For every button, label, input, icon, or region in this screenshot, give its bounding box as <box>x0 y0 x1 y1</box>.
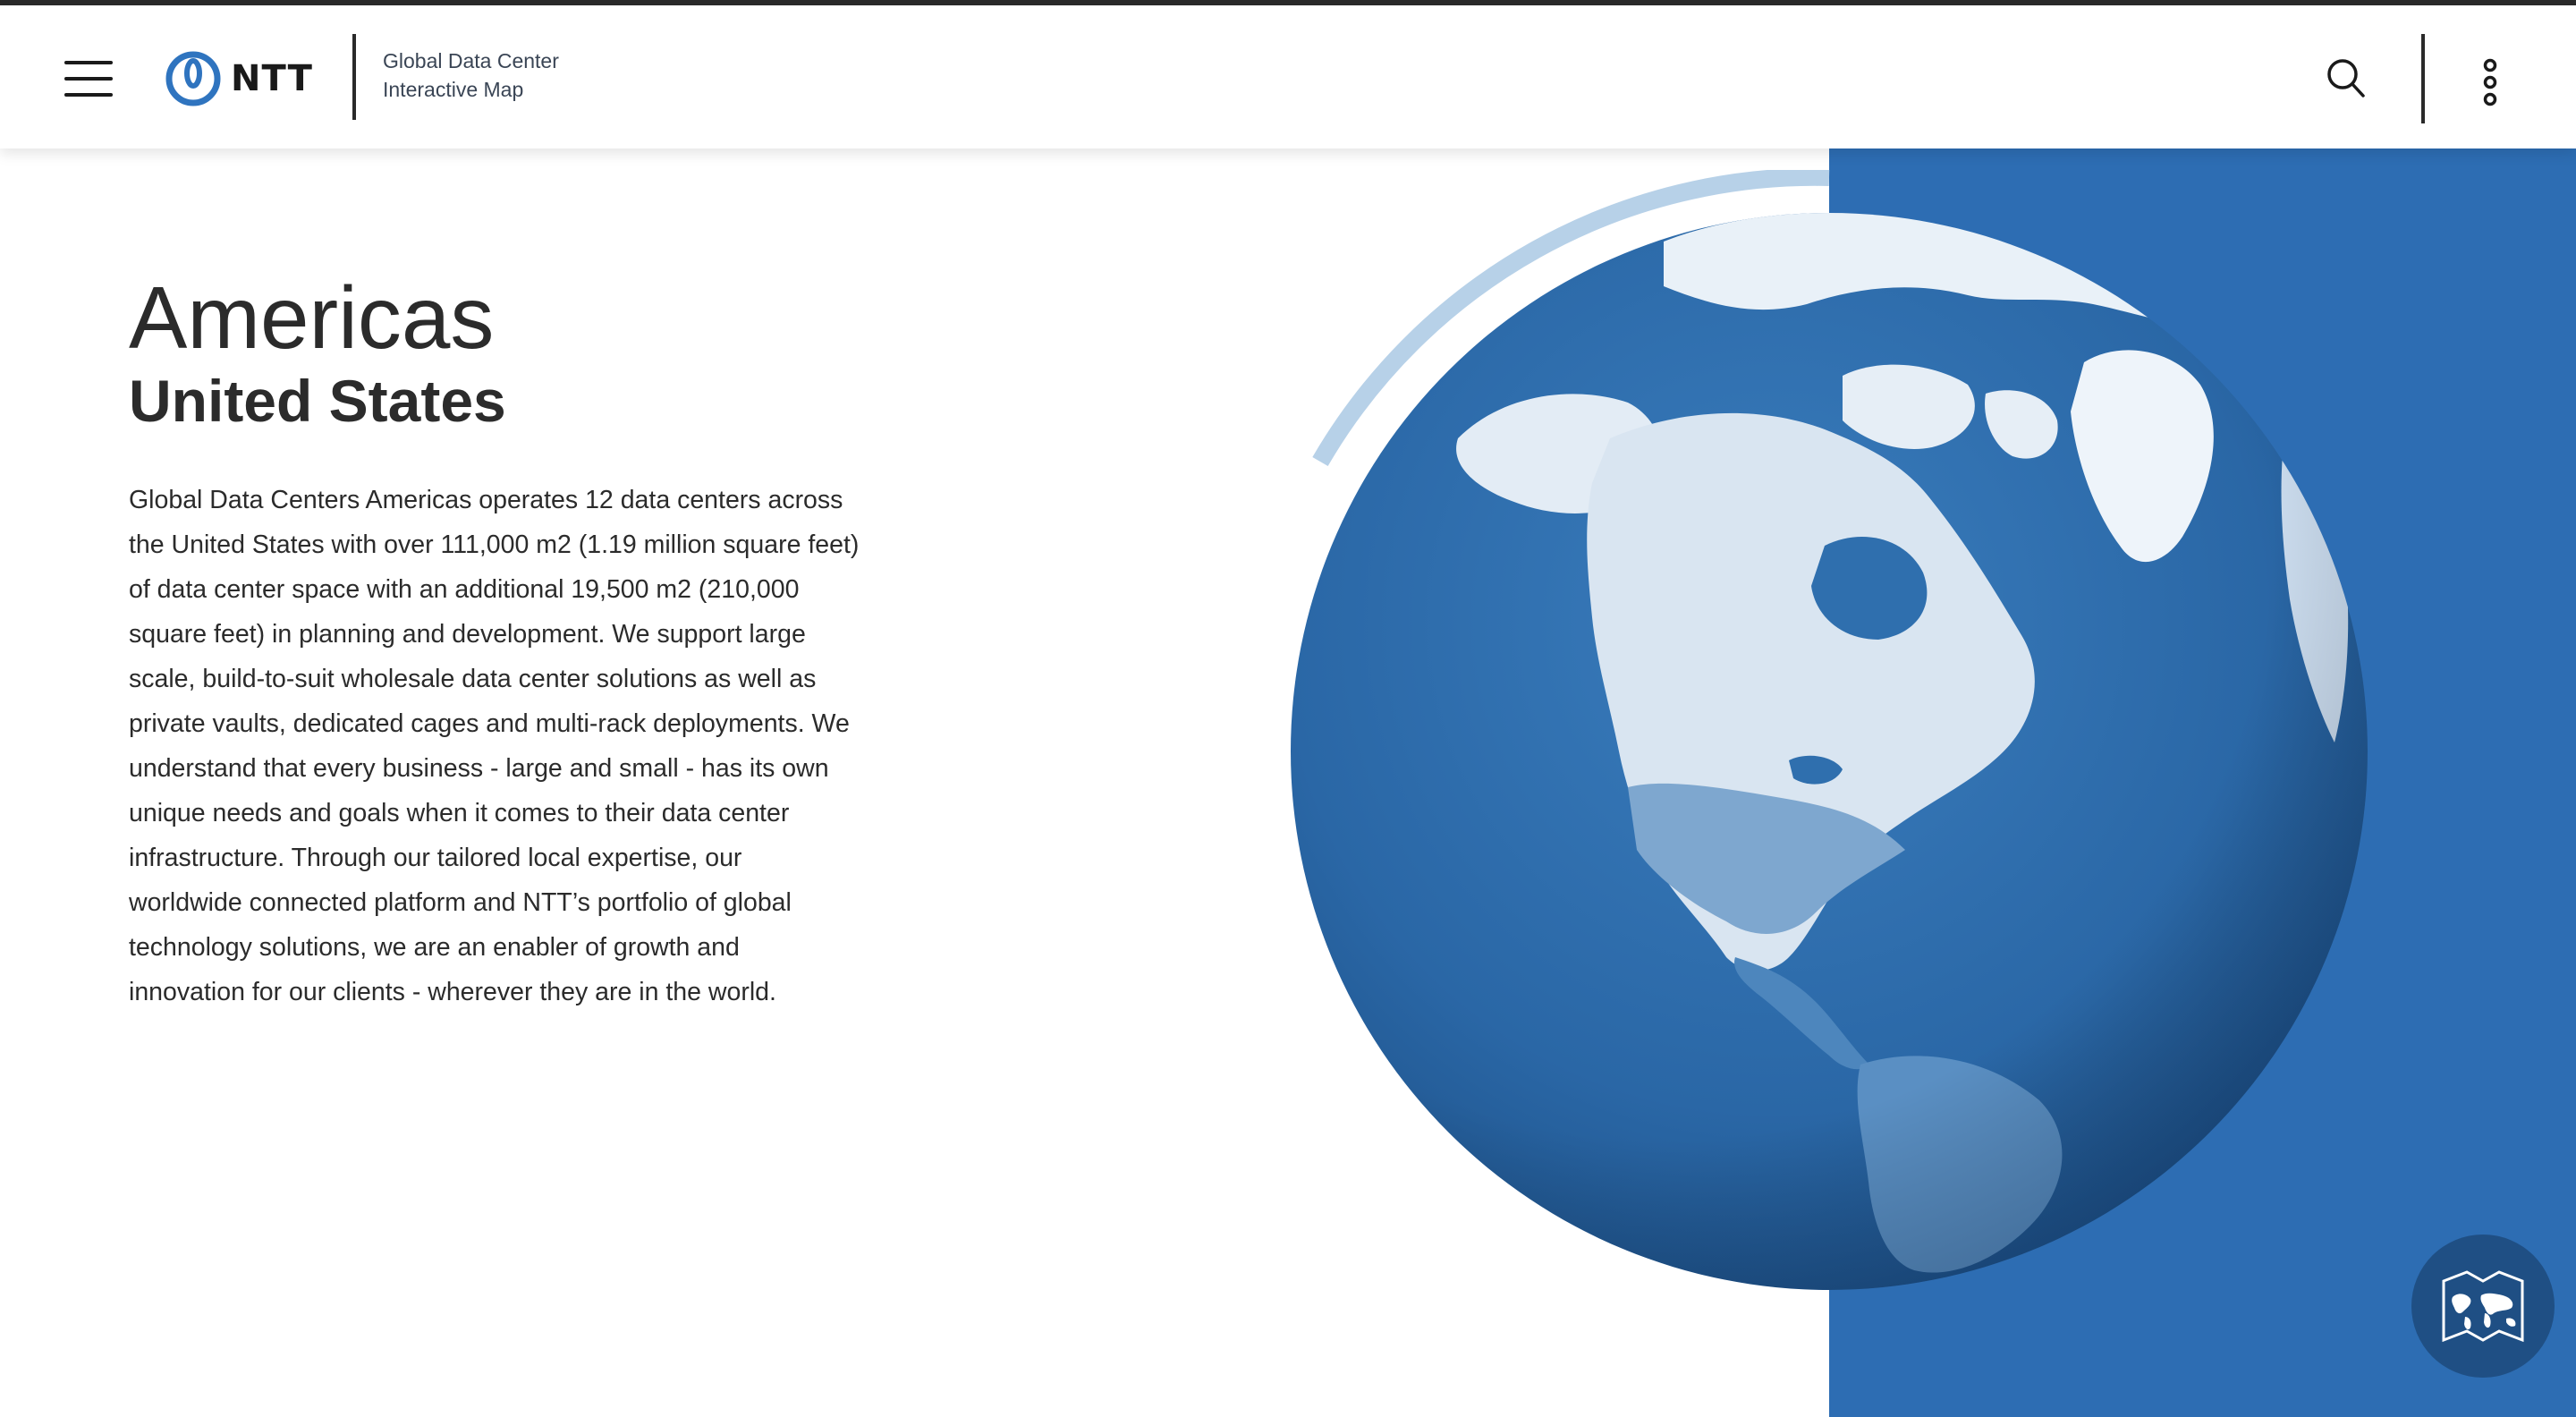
header-divider-right <box>2421 34 2425 123</box>
app-title-line-1: Global Data Center <box>383 49 559 72</box>
header-divider <box>352 34 356 120</box>
world-map-button[interactable] <box>2411 1235 2555 1378</box>
vertical-dots-icon <box>2483 58 2497 106</box>
app-title: Global Data Center Interactive Map <box>383 47 633 104</box>
more-options-button[interactable] <box>2478 55 2503 109</box>
search-button[interactable] <box>2326 57 2367 100</box>
globe[interactable] <box>1288 167 2370 1297</box>
ntt-logo-icon <box>165 51 221 106</box>
region-title: Americas <box>129 268 495 367</box>
region-description: Global Data Centers Americas operates 12… <box>129 486 860 1006</box>
globe-americas-icon <box>1291 167 2368 1290</box>
world-map-icon <box>2442 1270 2524 1343</box>
search-icon <box>2327 59 2365 98</box>
app-title-line-2: Interactive Map <box>383 78 524 101</box>
ntt-logo[interactable]: NTT <box>165 48 317 109</box>
hamburger-menu-icon[interactable] <box>64 61 113 97</box>
country-title: United States <box>129 368 506 434</box>
region-info: Americas United States Global Data Cente… <box>129 268 862 1014</box>
logo-text: NTT <box>231 58 313 99</box>
top-navigation-bar: NTT Global Data Center Interactive Map <box>0 5 2576 148</box>
